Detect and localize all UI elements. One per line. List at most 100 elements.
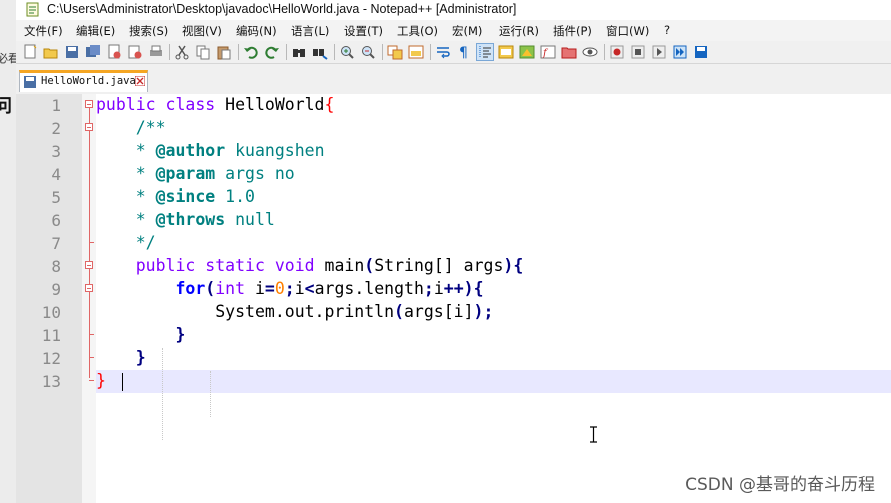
svg-text:¶: ¶ [459, 45, 468, 60]
record-macro-icon[interactable] [609, 44, 625, 60]
redo-icon[interactable] [264, 44, 280, 60]
menu-plugins[interactable]: 插件(P) [553, 23, 592, 39]
code-line: * @param args no [135, 164, 295, 183]
menu-search[interactable]: 搜索(S) [129, 23, 168, 39]
toolbar-separator [238, 44, 239, 60]
menu-macro[interactable]: 宏(M) [452, 23, 482, 39]
tab-helloworld-java[interactable]: HelloWorld.java [19, 70, 148, 92]
play-macro-icon[interactable] [651, 44, 667, 60]
tab-bar: HelloWorld.java [16, 64, 891, 95]
folder-workspace-icon[interactable] [561, 44, 577, 60]
open-file-icon[interactable] [43, 44, 59, 60]
document-map-icon[interactable] [519, 44, 535, 60]
new-file-icon[interactable] [22, 44, 38, 60]
menu-run[interactable]: 运行(R) [499, 23, 539, 39]
zoom-out-icon[interactable] [360, 44, 376, 60]
background-text: 问 [0, 96, 12, 117]
cut-icon[interactable] [174, 44, 190, 60]
code-line: System.out.println(args[i]); [215, 302, 494, 321]
code-line: * @author kuangshen [135, 141, 325, 160]
line-number: 4 [51, 165, 61, 184]
file-saved-icon [24, 76, 36, 88]
code-editor[interactable]: 1 2 3 4 5 6 7 8 9 10 11 12 13 public cla… [16, 94, 891, 503]
code-line: public static void main(String[] args){ [135, 256, 524, 275]
function-list-icon[interactable]: f [540, 44, 556, 60]
stop-macro-icon[interactable] [630, 44, 646, 60]
code-line: } [96, 371, 106, 390]
menu-tools[interactable]: 工具(O) [397, 23, 438, 39]
line-number: 10 [41, 303, 61, 322]
fold-end [89, 242, 94, 243]
close-tab-icon[interactable] [135, 76, 145, 86]
code-line: * @throws null [135, 210, 275, 229]
close-all-icon[interactable] [127, 44, 143, 60]
show-all-chars-icon[interactable]: ¶ [456, 44, 472, 60]
user-language-icon[interactable] [498, 44, 514, 60]
menu-help[interactable]: ? [664, 23, 670, 37]
menu-language[interactable]: 语言(L) [291, 23, 329, 39]
toolbar-separator [169, 44, 170, 60]
indent-guide-icon[interactable] [476, 43, 494, 61]
print-icon[interactable] [148, 44, 164, 60]
menu-encoding[interactable]: 编码(N) [236, 23, 277, 39]
copy-icon[interactable] [195, 44, 211, 60]
save-icon[interactable] [64, 44, 80, 60]
fold-end [89, 357, 94, 358]
line-number: 8 [51, 257, 61, 276]
save-all-icon[interactable] [85, 44, 101, 60]
watermark: CSDN @基哥的奋斗历程 [685, 475, 875, 495]
menu-bar: 文件(F) 编辑(E) 搜索(S) 视图(V) 编码(N) 语言(L) 设置(T… [16, 20, 891, 41]
word-wrap-icon[interactable] [435, 44, 451, 60]
menu-file[interactable]: 文件(F) [24, 23, 63, 39]
current-line-highlight [96, 370, 891, 393]
monitoring-icon[interactable] [582, 44, 598, 60]
line-number: 5 [51, 188, 61, 207]
line-number: 3 [51, 142, 61, 161]
toolbar: ¶ f [16, 41, 891, 64]
line-number: 1 [51, 96, 61, 115]
fold-toggle[interactable] [85, 100, 93, 108]
toolbar-separator [334, 44, 335, 60]
replace-icon[interactable] [312, 44, 328, 60]
line-number: 2 [51, 119, 61, 138]
zoom-in-icon[interactable] [339, 44, 355, 60]
toolbar-separator [430, 44, 431, 60]
menu-view[interactable]: 视图(V) [182, 23, 222, 39]
save-macro-icon[interactable] [693, 44, 709, 60]
mouse-ibeam-cursor-icon [590, 426, 597, 443]
notepad-plus-plus-window: C:\Users\Administrator\Desktop\javadoc\H… [16, 0, 891, 503]
tab-label: HelloWorld.java [41, 75, 136, 87]
indent-guide [210, 371, 211, 417]
run-macro-multiple-icon[interactable] [672, 44, 688, 60]
fold-toggle[interactable] [85, 123, 93, 131]
close-file-icon[interactable] [106, 44, 122, 60]
code-line: for(int i=0;i<args.length;i++){ [175, 279, 484, 298]
code-line: public class HelloWorld{ [96, 95, 335, 114]
paste-icon[interactable] [216, 44, 232, 60]
menu-edit[interactable]: 编辑(E) [76, 23, 115, 39]
text-caret [122, 373, 123, 391]
indent-guide [162, 348, 163, 440]
line-number: 7 [51, 234, 61, 253]
fold-end [89, 380, 94, 381]
menu-settings[interactable]: 设置(T) [344, 23, 383, 39]
notepad-plus-plus-icon [26, 2, 39, 17]
title-bar: C:\Users\Administrator\Desktop\javadoc\H… [16, 0, 891, 20]
fold-toggle[interactable] [85, 261, 93, 269]
sync-horizontal-icon[interactable] [408, 44, 424, 60]
code-line: } [175, 325, 186, 344]
code-line: */ [135, 233, 156, 252]
line-number: 9 [51, 280, 61, 299]
find-icon[interactable] [291, 44, 307, 60]
menu-window[interactable]: 窗口(W) [606, 23, 649, 39]
toolbar-separator [604, 44, 605, 60]
line-number: 13 [41, 372, 61, 391]
line-number: 6 [51, 211, 61, 230]
line-number: 12 [41, 349, 61, 368]
fold-toggle[interactable] [85, 284, 93, 292]
fold-end [89, 334, 94, 335]
code-line: * @since 1.0 [135, 187, 255, 206]
window-title: C:\Users\Administrator\Desktop\javadoc\H… [47, 2, 517, 16]
sync-vertical-icon[interactable] [387, 44, 403, 60]
undo-icon[interactable] [243, 44, 259, 60]
